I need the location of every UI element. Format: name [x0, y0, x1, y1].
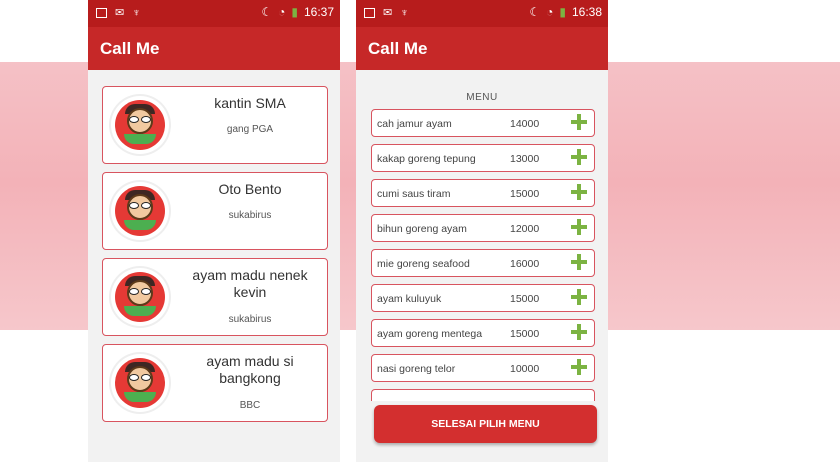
menu-item-name: nasi goreng telor [377, 363, 456, 375]
add-icon[interactable] [570, 148, 588, 166]
menu-heading: MENU [466, 92, 498, 103]
menu-item[interactable]: bihun goreng ayam 12000 [371, 214, 595, 242]
restaurant-location: sukabirus [228, 314, 272, 325]
restaurant-name: kantin SMA [214, 95, 286, 111]
menu-item-partial [371, 389, 595, 401]
add-icon[interactable] [570, 323, 588, 341]
menu-item-price: 15000 [510, 293, 540, 305]
add-icon[interactable] [570, 253, 588, 271]
restaurant-logo [111, 182, 169, 240]
restaurant-card[interactable]: kantin SMA gang PGA [102, 86, 328, 164]
restaurant-logo [111, 96, 169, 154]
status-bar: ✉ ♆ ☾ ◔ ▮ 16:38 [356, 0, 608, 27]
status-time: 16:37 [303, 5, 334, 19]
menu-item-price: 13000 [510, 153, 540, 165]
image-icon [96, 7, 107, 18]
add-icon[interactable] [570, 288, 588, 306]
wifi-icon: ◔ [546, 5, 554, 19]
menu-item-name: kakap goreng tepung [377, 153, 476, 165]
menu-item-price: 10000 [510, 363, 540, 375]
phone-restaurant-list: ✉ ♆ ☾ ◔ ▮ 16:37 Call Me kantin SMA gang … [88, 0, 340, 462]
restaurant-location: gang PGA [226, 124, 274, 135]
app-title: Call Me [356, 27, 608, 70]
restaurant-card[interactable]: ayam madu si bangkong BBC [102, 344, 328, 422]
wifi-icon: ◔ [278, 5, 286, 19]
add-icon[interactable] [570, 183, 588, 201]
restaurant-card[interactable]: Oto Bento sukabirus [102, 172, 328, 250]
restaurant-logo [111, 354, 169, 412]
app-title: Call Me [88, 27, 340, 70]
menu-item[interactable]: mie goreng seafood 16000 [371, 249, 595, 277]
menu-item[interactable]: nasi goreng telor 10000 [371, 354, 595, 382]
add-icon[interactable] [570, 218, 588, 236]
usb-icon: ♆ [132, 6, 141, 19]
moon-icon: ☾ [529, 5, 541, 19]
menu-item-name: ayam goreng mentega [377, 328, 483, 340]
phone-menu-list: ✉ ♆ ☾ ◔ ▮ 16:38 Call Me MENU cah jamur a… [356, 0, 608, 462]
menu-item[interactable]: cumi saus tiram 15000 [371, 179, 595, 207]
status-time: 16:38 [571, 5, 602, 19]
restaurant-name: ayam madu nenek kevin [192, 267, 308, 300]
finish-selection-button[interactable]: SELESAI PILIH MENU [374, 405, 597, 443]
menu-item[interactable]: ayam goreng mentega 15000 [371, 319, 595, 347]
restaurant-list: kantin SMA gang PGA Oto Bento sukabirus … [88, 70, 340, 462]
restaurant-location: BBC [239, 400, 261, 411]
add-icon[interactable] [570, 358, 588, 376]
menu-item-price: 16000 [510, 258, 540, 270]
menu-item-price: 15000 [510, 328, 540, 340]
battery-charging-icon: ▮ [291, 5, 298, 19]
menu-content: MENU cah jamur ayam 14000 kakap goreng t… [356, 70, 608, 462]
menu-item-name: bihun goreng ayam [377, 223, 467, 235]
menu-item-price: 14000 [510, 118, 540, 130]
menu-item[interactable]: ayam kuluyuk 15000 [371, 284, 595, 312]
restaurant-location: sukabirus [228, 210, 272, 221]
menu-item[interactable]: cah jamur ayam 14000 [371, 109, 595, 137]
moon-icon: ☾ [261, 5, 273, 19]
restaurant-card[interactable]: ayam madu nenek kevin sukabirus [102, 258, 328, 336]
mail-icon: ✉ [115, 7, 125, 19]
menu-item-price: 12000 [510, 223, 540, 235]
restaurant-logo [111, 268, 169, 326]
status-bar: ✉ ♆ ☾ ◔ ▮ 16:37 [88, 0, 340, 27]
usb-icon: ♆ [400, 6, 409, 19]
restaurant-name: ayam madu si bangkong [206, 353, 294, 386]
menu-item-name: cah jamur ayam [377, 118, 452, 130]
add-icon[interactable] [570, 113, 588, 131]
menu-item-name: mie goreng seafood [377, 258, 470, 270]
menu-item[interactable]: kakap goreng tepung 13000 [371, 144, 595, 172]
mail-icon: ✉ [383, 7, 393, 19]
image-icon [364, 7, 375, 18]
menu-item-name: cumi saus tiram [377, 188, 451, 200]
menu-item-name: ayam kuluyuk [377, 293, 442, 305]
restaurant-name: Oto Bento [218, 181, 282, 197]
menu-item-price: 15000 [510, 188, 540, 200]
battery-charging-icon: ▮ [559, 5, 566, 19]
